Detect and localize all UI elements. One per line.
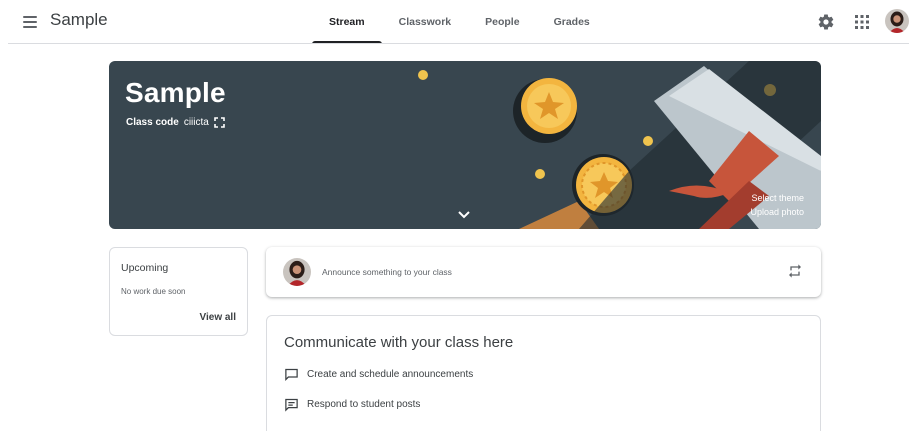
- class-code-value: ciiicta: [183, 117, 209, 128]
- top-divider: [8, 43, 909, 44]
- communicate-title: Communicate with your class here: [284, 334, 514, 351]
- tab-stream[interactable]: Stream: [312, 0, 382, 44]
- communicate-item: Respond to student posts: [284, 397, 420, 412]
- announce-box[interactable]: Announce something to your class: [266, 247, 821, 297]
- communicate-item-label: Respond to student posts: [307, 399, 421, 410]
- tab-bar: Stream Classwork People Grades: [312, 0, 607, 44]
- fullscreen-icon[interactable]: [214, 117, 225, 128]
- upcoming-card: Upcoming No work due soon View all: [109, 247, 248, 336]
- tab-people[interactable]: People: [468, 0, 536, 44]
- chat-bubble-icon: [284, 367, 299, 382]
- upcoming-empty-text: No work due soon: [121, 287, 186, 296]
- communicate-item-label: Create and schedule announcements: [307, 369, 474, 380]
- class-code-label: Class code: [126, 117, 179, 128]
- top-app-bar: Sample Stream Classwork People Grades: [0, 0, 909, 44]
- apps-grid-icon[interactable]: [851, 11, 873, 33]
- class-banner: Sample Class code ciiicta Select theme U…: [109, 61, 821, 229]
- upcoming-title: Upcoming: [121, 262, 169, 274]
- comment-lines-icon: [284, 397, 299, 412]
- announce-placeholder[interactable]: Announce something to your class: [322, 267, 452, 277]
- repost-icon[interactable]: [787, 263, 803, 284]
- banner-class-title: Sample: [125, 77, 226, 108]
- user-avatar: [283, 258, 311, 286]
- gear-icon[interactable]: [815, 11, 837, 33]
- class-code-row: Class code ciiicta: [126, 117, 225, 128]
- view-all-link[interactable]: View all: [199, 312, 236, 323]
- communicate-item: Create and schedule announcements: [284, 367, 473, 382]
- banner-actions: Select theme Upload photo: [750, 191, 804, 219]
- class-title[interactable]: Sample: [50, 10, 108, 30]
- select-theme-link[interactable]: Select theme: [750, 191, 804, 205]
- menu-icon[interactable]: [20, 12, 40, 32]
- communicate-card: Communicate with your class here Create …: [266, 315, 821, 431]
- upload-photo-link[interactable]: Upload photo: [750, 205, 804, 219]
- tab-classwork[interactable]: Classwork: [382, 0, 469, 44]
- account-avatar[interactable]: [885, 9, 909, 33]
- chevron-down-icon[interactable]: [457, 207, 471, 225]
- tab-grades[interactable]: Grades: [537, 0, 607, 44]
